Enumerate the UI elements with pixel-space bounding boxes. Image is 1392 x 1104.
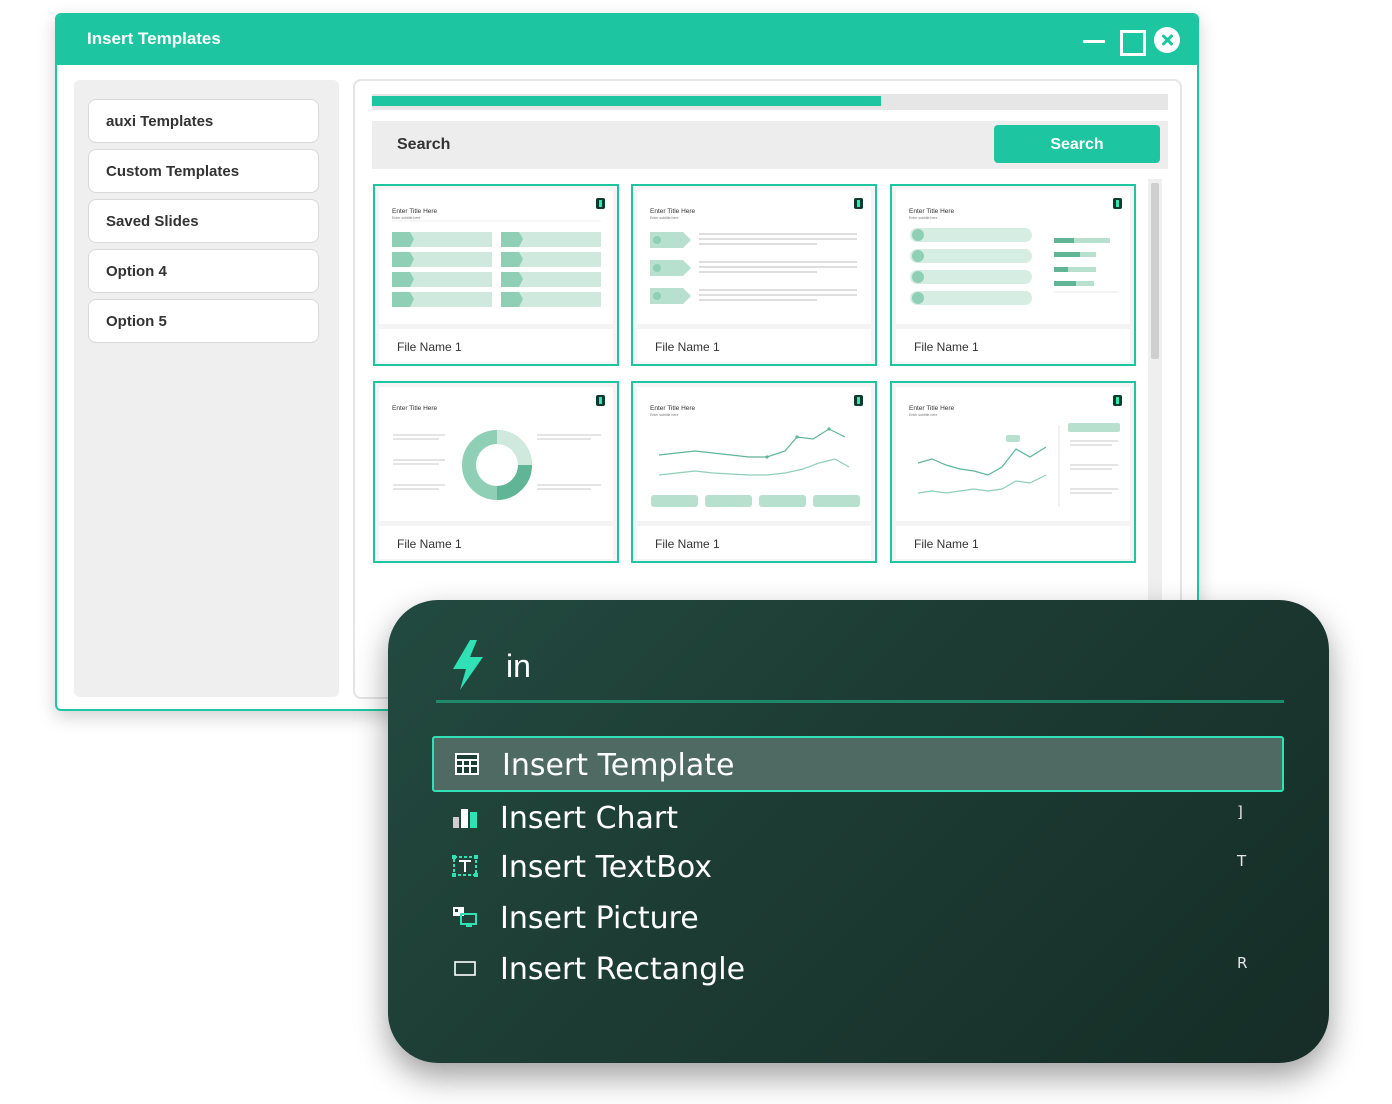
file-name-label: File Name 1 — [637, 329, 871, 362]
slide-subtitle: Enter subtitle here — [909, 216, 938, 220]
command-palette: Insert Template Insert Chart ] Insert Te… — [388, 600, 1329, 1063]
bolt-badge-icon — [854, 198, 863, 209]
slide-preview-categories-bar-chart: Enter Title Here Enter subtitle here — [896, 190, 1130, 324]
shortcut-key: R — [1237, 954, 1248, 972]
command-item-insert-picture[interactable]: Insert Picture — [432, 891, 1284, 947]
slide-title: Enter Title Here — [392, 405, 438, 412]
search-bar: Search — [372, 121, 1168, 169]
command-item-insert-rectangle[interactable]: Insert Rectangle R — [432, 942, 1284, 998]
slide-title: Enter Title Here — [909, 208, 955, 215]
scrollbar-thumb[interactable] — [1151, 183, 1159, 359]
shortcut-key: ] — [1237, 803, 1243, 821]
sidebar-item-auxi-templates[interactable]: auxi Templates — [88, 99, 319, 143]
bolt-badge-icon — [854, 395, 863, 406]
lightning-bolt-icon — [453, 640, 483, 690]
search-input[interactable] — [382, 130, 982, 160]
template-card[interactable]: Enter Title Here Enter subtitle here Fil… — [890, 184, 1136, 366]
bolt-badge-icon — [1113, 395, 1122, 406]
progress-fill — [372, 96, 882, 106]
template-card[interactable]: Enter Title Here Enter subtitle here Fil… — [373, 184, 619, 366]
file-name-label: File Name 1 — [896, 526, 1130, 559]
textbox-icon — [452, 855, 478, 877]
window-titlebar: Insert Templates — [57, 15, 1197, 65]
slide-subtitle: Enter subtitle here — [650, 216, 679, 220]
template-icon — [455, 753, 479, 775]
loading-progress-bar — [372, 94, 1168, 110]
bolt-badge-icon — [596, 198, 605, 209]
slide-title: Enter Title Here — [650, 208, 696, 215]
bolt-badge-icon — [1113, 198, 1122, 209]
command-input-underline — [436, 700, 1284, 703]
slide-title: Enter Title Here — [650, 405, 696, 412]
slide-title: Enter Title Here — [909, 405, 955, 412]
picture-icon — [453, 907, 477, 927]
file-name-label: File Name 1 — [896, 329, 1130, 362]
shortcut-key: T — [1237, 852, 1247, 870]
rectangle-icon — [454, 961, 476, 976]
sidebar-item-custom-templates[interactable]: Custom Templates — [88, 149, 319, 193]
command-item-insert-chart[interactable]: Insert Chart ] — [432, 791, 1284, 847]
slide-subtitle: Enter subtitle here — [392, 216, 421, 220]
sidebar-item-saved-slides[interactable]: Saved Slides — [88, 199, 319, 243]
file-name-label: File Name 1 — [379, 329, 613, 362]
template-card[interactable]: Enter Title Here File Name 1 — [373, 381, 619, 563]
command-item-insert-textbox[interactable]: Insert TextBox T — [432, 840, 1284, 896]
template-card[interactable]: Enter Title Here Enter subtitle here Fil… — [890, 381, 1136, 563]
template-card[interactable]: Enter Title Here Enter subtitle here Fil… — [631, 184, 877, 366]
command-label: Insert Chart — [500, 801, 679, 836]
template-card[interactable]: Enter Title Here Enter subtitle here Fil… — [631, 381, 877, 563]
template-sources-sidebar: auxi Templates Custom Templates Saved Sl… — [74, 80, 339, 697]
maximize-icon[interactable] — [1118, 27, 1146, 56]
close-icon[interactable] — [1154, 27, 1180, 53]
slide-subtitle: Enter subtitle here — [909, 413, 938, 417]
slide-preview-process-list: Enter Title Here Enter subtitle here — [379, 190, 613, 324]
sidebar-item-option-5[interactable]: Option 5 — [88, 299, 319, 343]
file-name-label: File Name 1 — [637, 526, 871, 559]
command-label: Insert Picture — [500, 901, 699, 936]
sidebar-item-option-4[interactable]: Option 4 — [88, 249, 319, 293]
window-title: Insert Templates — [87, 29, 221, 48]
command-label: Insert Template — [502, 748, 735, 783]
bolt-badge-icon — [596, 395, 605, 406]
slide-title: Enter Title Here — [392, 208, 438, 215]
command-label: Insert Rectangle — [500, 952, 746, 987]
slide-preview-arrow-steps: Enter Title Here Enter subtitle here — [637, 190, 871, 324]
slide-preview-line-chart-notes: Enter Title Here Enter subtitle here — [896, 387, 1130, 521]
command-item-insert-template[interactable]: Insert Template — [432, 736, 1284, 792]
search-button[interactable]: Search — [994, 125, 1160, 163]
minimize-icon[interactable] — [1081, 27, 1107, 53]
command-input[interactable] — [506, 644, 1266, 688]
command-label: Insert TextBox — [500, 850, 713, 885]
bar-chart-icon — [453, 809, 477, 828]
slide-subtitle: Enter subtitle here — [650, 413, 679, 417]
slide-preview-line-chart-kpis: Enter Title Here Enter subtitle here — [637, 387, 871, 521]
slide-preview-donut-chart: Enter Title Here — [379, 387, 613, 521]
file-name-label: File Name 1 — [379, 526, 613, 559]
